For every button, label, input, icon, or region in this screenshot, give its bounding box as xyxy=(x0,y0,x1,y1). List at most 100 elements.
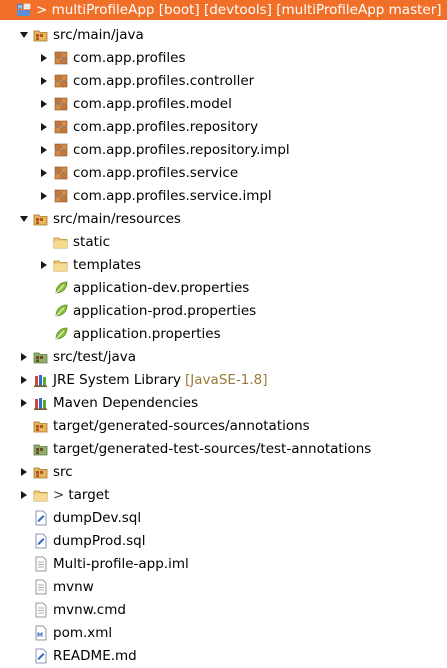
tree-item-src-main-resources[interactable]: src/main/resources xyxy=(0,207,447,230)
package-icon xyxy=(53,119,69,135)
collapse-toggle-icon[interactable] xyxy=(17,212,31,226)
collapse-toggle-icon[interactable] xyxy=(17,28,31,42)
expand-toggle-icon[interactable] xyxy=(17,373,31,387)
tree-item-maven-dependencies[interactable]: Maven Dependencies xyxy=(0,391,447,414)
tree-item-project-root[interactable]: > multiProfileApp [boot] [devtools] [mul… xyxy=(0,0,447,20)
folder-icon xyxy=(33,487,49,503)
tree-item-file[interactable]: pom.xml xyxy=(0,621,447,644)
no-toggle xyxy=(17,580,31,594)
no-toggle xyxy=(17,557,31,571)
library-icon xyxy=(33,372,49,388)
tree-item-file[interactable]: application.properties xyxy=(0,322,447,345)
tree-item-file[interactable]: application-prod.properties xyxy=(0,299,447,322)
tree-item-jre-library[interactable]: JRE System Library [JavaSE-1.8] xyxy=(0,368,447,391)
expand-toggle-icon[interactable] xyxy=(37,258,51,272)
source-folder-icon xyxy=(33,27,49,43)
package-label: com.app.profiles.controller xyxy=(73,72,255,89)
source-folder-icon xyxy=(33,211,49,227)
expand-toggle-icon[interactable] xyxy=(17,396,31,410)
tree-item-folder-templates[interactable]: templates xyxy=(0,253,447,276)
tree-item-folder-src[interactable]: src xyxy=(0,460,447,483)
expand-toggle-icon[interactable] xyxy=(37,143,51,157)
tree-item-file[interactable]: mvnw xyxy=(0,575,447,598)
no-toggle xyxy=(17,511,31,525)
package-icon xyxy=(53,96,69,112)
tree-item-package[interactable]: com.app.profiles.service.impl xyxy=(0,184,447,207)
tree-item-label: src/test/java xyxy=(53,348,137,365)
tree-item-file[interactable]: dumpDev.sql xyxy=(0,506,447,529)
no-toggle xyxy=(17,649,31,663)
expand-toggle-icon[interactable] xyxy=(37,74,51,88)
package-label: com.app.profiles.repository xyxy=(73,118,259,135)
properties-file-icon xyxy=(53,303,69,319)
no-toggle xyxy=(37,327,51,341)
project-label: multiProfileApp [boot] [devtools] [multi… xyxy=(51,2,442,18)
sql-file-icon xyxy=(33,533,49,549)
package-label: com.app.profiles.service xyxy=(73,164,239,181)
file-label: mvnw xyxy=(53,578,94,595)
tree-item-file[interactable]: Multi-profile-app.iml xyxy=(0,552,447,575)
tree-item-label: target/generated-test-sources/test-annot… xyxy=(53,440,372,457)
test-source-folder-icon xyxy=(33,349,49,365)
tree-item-file[interactable]: mvnw.cmd xyxy=(0,598,447,621)
properties-file-icon xyxy=(53,326,69,342)
package-icon xyxy=(53,165,69,181)
expand-toggle-icon[interactable] xyxy=(37,120,51,134)
tree-item-folder-static[interactable]: static xyxy=(0,230,447,253)
tree-item-package[interactable]: com.app.profiles.controller xyxy=(0,69,447,92)
package-label: com.app.profiles xyxy=(73,49,186,66)
tree-item-folder-target[interactable]: > target xyxy=(0,483,447,506)
expand-toggle-icon[interactable] xyxy=(17,465,31,479)
package-label: com.app.profiles.model xyxy=(73,95,232,112)
sql-file-icon xyxy=(33,648,49,664)
folder-icon xyxy=(53,234,69,250)
tree-item-file[interactable]: application-dev.properties xyxy=(0,276,447,299)
file-label: README.md xyxy=(53,647,137,664)
no-toggle xyxy=(17,603,31,617)
tree-item-generated-sources[interactable]: target/generated-sources/annotations xyxy=(0,414,447,437)
project-prefix: > xyxy=(36,2,48,18)
file-label: application-prod.properties xyxy=(73,302,257,319)
package-icon xyxy=(53,142,69,158)
tree-item-src-main-java[interactable]: src/main/java xyxy=(0,23,447,46)
source-folder-icon xyxy=(33,418,49,434)
tree-item-label: JRE System Library xyxy=(53,371,182,388)
package-icon xyxy=(53,50,69,66)
expand-toggle-icon[interactable] xyxy=(37,51,51,65)
file-label: pom.xml xyxy=(53,624,113,641)
package-label: com.app.profiles.repository.impl xyxy=(73,141,290,158)
tree-item-label: Maven Dependencies xyxy=(53,394,199,411)
tree-item-package[interactable]: com.app.profiles.repository xyxy=(0,115,447,138)
tree-item-label: src/main/java xyxy=(53,26,144,43)
file-label: Multi-profile-app.iml xyxy=(53,555,189,572)
project-icon xyxy=(16,2,32,18)
tree-item-generated-test-sources[interactable]: target/generated-test-sources/test-annot… xyxy=(0,437,447,460)
expand-toggle-icon[interactable] xyxy=(17,350,31,364)
tree-item-package[interactable]: com.app.profiles.service xyxy=(0,161,447,184)
dirty-prefix: > xyxy=(53,486,65,503)
text-file-icon xyxy=(33,556,49,572)
sql-file-icon xyxy=(33,510,49,526)
no-toggle xyxy=(37,235,51,249)
no-toggle xyxy=(17,534,31,548)
tree-item-package[interactable]: com.app.profiles.model xyxy=(0,92,447,115)
folder-icon xyxy=(53,257,69,273)
tree-item-file[interactable]: README.md xyxy=(0,644,447,667)
no-toggle xyxy=(37,281,51,295)
expand-toggle xyxy=(2,3,16,17)
expand-toggle-icon[interactable] xyxy=(17,488,31,502)
jre-version-decoration: [JavaSE-1.8] xyxy=(185,371,268,388)
tree-item-package[interactable]: com.app.profiles.repository.impl xyxy=(0,138,447,161)
no-toggle xyxy=(17,442,31,456)
tree-item-package[interactable]: com.app.profiles xyxy=(0,46,447,69)
expand-toggle-icon[interactable] xyxy=(37,166,51,180)
expand-toggle-icon[interactable] xyxy=(37,97,51,111)
folder-icon xyxy=(33,464,49,480)
expand-toggle-icon[interactable] xyxy=(37,189,51,203)
no-toggle xyxy=(37,304,51,318)
folder-label: templates xyxy=(73,256,141,273)
text-file-icon xyxy=(33,579,49,595)
tree-item-src-test-java[interactable]: src/test/java xyxy=(0,345,447,368)
file-label: dumpDev.sql xyxy=(53,509,142,526)
tree-item-file[interactable]: dumpProd.sql xyxy=(0,529,447,552)
